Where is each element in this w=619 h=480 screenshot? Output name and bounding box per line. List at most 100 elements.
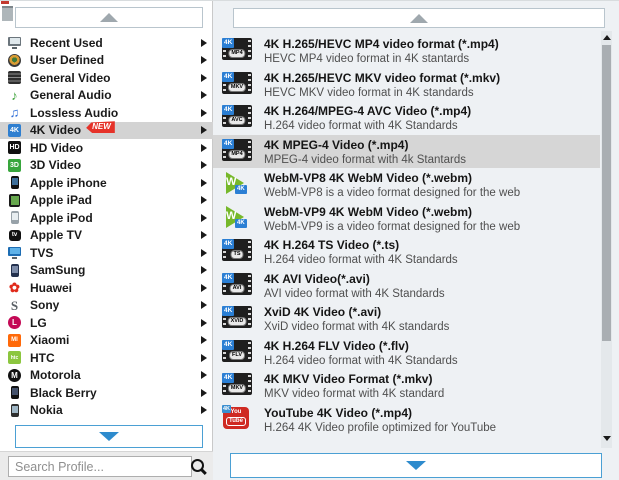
format-title: 4K MKV Video Format (*.mkv): [264, 372, 433, 386]
format-subtitle: MPEG-4 video format with 4k Stantards: [264, 153, 466, 166]
tvs-icon: [7, 245, 22, 260]
category-scroll-up-button[interactable]: [15, 7, 203, 28]
film-strip-4k-icon: 4K TS: [222, 239, 254, 263]
format-item-4k-h-264-ts-video-ts[interactable]: 4K TS 4K H.264 TS Video (*.ts) H.264 video …: [213, 235, 600, 269]
format-subtitle: XviD video format with 4K standards: [264, 321, 450, 333]
category-item-hd-video[interactable]: HD HD Video: [0, 139, 213, 157]
expand-arrow-icon: [201, 108, 207, 117]
lossless-audio-icon: ♫: [9, 105, 20, 121]
film-strip-4k-icon: 4K MP4: [222, 38, 254, 62]
black-berry-icon: [7, 385, 22, 400]
format-title: WebM-VP8 4K WebM Video (*.webm): [264, 171, 473, 185]
format-item-4k-h-265-hevc-mkv-video-format-mkv[interactable]: 4K MKV 4K H.265/HEVC MKV video format (*.m…: [213, 68, 600, 102]
expand-arrow-icon: [201, 336, 207, 345]
category-item-user-defined[interactable]: User Defined: [0, 52, 213, 70]
format-title: 4K H.264/MPEG-4 AVC Video (*.mp4): [264, 104, 472, 118]
category-item-recent-used[interactable]: Recent Used: [0, 34, 213, 52]
expand-arrow-icon: [201, 178, 207, 187]
category-item-4k-video[interactable]: 4K 4K Video NEW: [0, 121, 213, 139]
expand-arrow-icon: [201, 371, 207, 380]
expand-arrow-icon: [201, 388, 207, 397]
format-item-4k-avi-video-avi[interactable]: 4K AVI 4K AVI Video(*.avi) AVI video format…: [213, 269, 600, 303]
category-item-apple-iphone[interactable]: Apple iPhone: [0, 174, 213, 192]
format-item-4k-h-264-flv-video-flv[interactable]: 4K FLV 4K H.264 FLV Video (*.flv) H.264 vid…: [213, 336, 600, 370]
chevron-down-icon: [406, 461, 426, 470]
apple-ipod-icon: [7, 210, 22, 225]
search-input[interactable]: [8, 456, 192, 477]
xiaomi-icon: MI: [7, 333, 22, 348]
category-item-apple-tv[interactable]: tv Apple TV: [0, 227, 213, 245]
expand-arrow-icon: [201, 353, 207, 362]
scrollbar-down-arrow[interactable]: [601, 431, 612, 445]
category-label: Black Berry: [30, 385, 97, 400]
category-item-general-audio[interactable]: ♪ General Audio: [0, 87, 213, 105]
format-scroll-up-button[interactable]: [233, 8, 605, 28]
motorola-icon: M: [7, 368, 22, 383]
category-label: General Audio: [30, 88, 112, 103]
category-label: General Video: [30, 70, 111, 85]
category-item-htc[interactable]: htc HTC: [0, 349, 213, 367]
htc-icon: htc: [7, 350, 22, 365]
category-item-sony[interactable]: S Sony: [0, 297, 213, 315]
category-label: LG: [30, 315, 47, 330]
category-item-apple-ipod[interactable]: Apple iPod: [0, 209, 213, 227]
category-item-xiaomi[interactable]: MI Xiaomi: [0, 332, 213, 350]
film-strip-4k-icon: 4K FLV: [222, 339, 254, 364]
film-strip-4k-icon: 4K MKV: [222, 71, 254, 96]
category-item-motorola[interactable]: M Motorola: [0, 367, 213, 385]
category-item-lg[interactable]: L LG: [0, 314, 213, 332]
format-item-4k-h-264-mpeg-4-avc-video-mp4[interactable]: 4K AVC 4K H.264/MPEG-4 AVC Video (*.mp4) H.…: [213, 101, 600, 135]
category-item-lossless-audio[interactable]: ♫ Lossless Audio: [0, 104, 213, 122]
format-item-webm-vp8-4k-webm-video-webm[interactable]: W 4K WebM-VP8 4K WebM Video (*.webm) WebM-V…: [213, 168, 600, 202]
category-item-huawei[interactable]: ✿ Huawei: [0, 279, 213, 297]
scrollbar-up-arrow[interactable]: [601, 31, 612, 43]
apple-tv-icon: tv: [7, 228, 22, 243]
sony-icon: S: [10, 297, 19, 313]
category-item-black-berry[interactable]: Black Berry: [0, 384, 213, 402]
search-icon[interactable]: [191, 459, 204, 472]
format-item-youtube-4k-video-mp4[interactable]: You Tube 4K YouTube 4K Video (*.mp4) H.264 4…: [213, 403, 600, 437]
recent-used-icon: [7, 35, 22, 50]
format-item-xvid-4k-video-avi[interactable]: 4K XViD XviD 4K Video (*.avi) XviD video fo…: [213, 302, 600, 336]
category-item-nokia[interactable]: Nokia: [0, 402, 213, 420]
apple-iphone-icon: [7, 175, 22, 190]
category-item-tvs[interactable]: TVS: [0, 244, 213, 262]
format-item-4k-h-265-hevc-mp4-video-format-mp4[interactable]: 4K MP4 4K H.265/HEVC MP4 video format (*.m…: [213, 34, 600, 68]
category-label: 3D Video: [30, 158, 82, 173]
format-item-4k-mpeg-4-video-mp4[interactable]: 4K MP4 4K MPEG-4 Video (*.mp4) MPEG-4 video…: [213, 134, 600, 168]
category-label: Apple iPod: [30, 210, 93, 225]
category-label: Sony: [30, 298, 60, 313]
format-scroll-down-button[interactable]: [230, 453, 602, 478]
expand-arrow-icon: [201, 213, 207, 222]
category-item-samsung[interactable]: SamSung: [0, 262, 213, 280]
3d-video-icon: 3D: [7, 158, 22, 173]
format-title: WebM-VP9 4K WebM Video (*.webm): [264, 204, 473, 219]
expand-arrow-icon: [201, 318, 207, 327]
film-strip-4k-icon: 4K MKV: [222, 373, 254, 397]
category-label: SamSung: [30, 263, 86, 278]
format-title: 4K H.264 FLV Video (*.flv): [264, 338, 409, 353]
category-scroll-down-button[interactable]: [15, 425, 203, 448]
background-window-fragment: [2, 6, 13, 21]
apple-ipad-icon: [7, 193, 22, 208]
format-item-webm-vp9-4k-webm-video-webm[interactable]: W 4K WebM-VP9 4K WebM Video (*.webm) WebM-V…: [213, 202, 600, 236]
category-label: 4K Video: [30, 123, 82, 138]
scrollbar-thumb[interactable]: [602, 45, 611, 341]
format-item-4k-mkv-video-format-mkv[interactable]: 4K MKV 4K MKV Video Format (*.mkv) MKV vide…: [213, 369, 600, 403]
expand-arrow-icon: [201, 231, 207, 240]
background-window-fragment: [1, 1, 9, 4]
category-item-general-video[interactable]: General Video: [0, 69, 213, 87]
category-label: TVS: [30, 245, 54, 260]
expand-arrow-icon: [201, 73, 207, 82]
expand-arrow-icon: [201, 161, 207, 170]
chevron-up-icon: [410, 13, 428, 23]
expand-arrow-icon: [201, 126, 207, 135]
category-item-3d-video[interactable]: 3D 3D Video: [0, 157, 213, 175]
category-item-apple-ipad[interactable]: Apple iPad: [0, 192, 213, 210]
chevron-down-icon: [99, 432, 119, 441]
film-strip-4k-icon: 4K AVI: [222, 272, 254, 297]
profile-selection-panel: Recent Used User Defined General Video ♪ Gen…: [0, 0, 619, 480]
webm-4k-icon: W 4K: [222, 172, 254, 196]
scrollbar[interactable]: [601, 31, 612, 448]
expand-arrow-icon: [201, 56, 207, 65]
